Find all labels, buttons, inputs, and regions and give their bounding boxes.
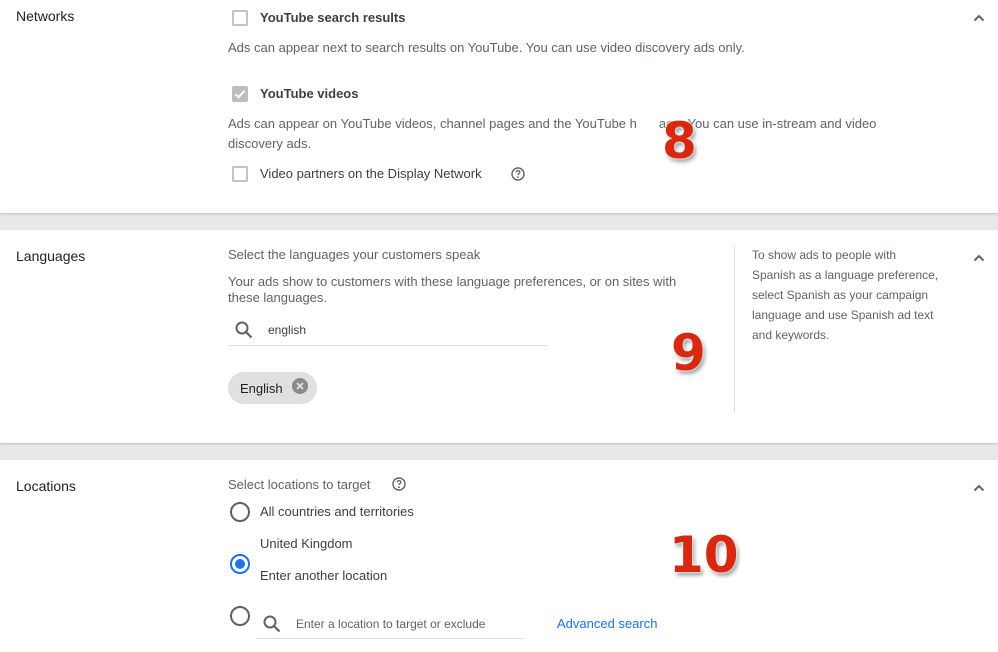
radio-all-countries-label: All countries and territories — [260, 504, 414, 519]
youtube-videos-description: Ads can appear on YouTube videos, channe… — [228, 114, 876, 134]
chevron-up-icon[interactable] — [971, 250, 987, 266]
search-icon — [234, 320, 254, 345]
language-search-input[interactable]: english — [268, 323, 306, 337]
youtube-videos-description-part1: Ads can appear on YouTube videos, channe… — [228, 116, 637, 131]
radio-another-location-label: Enter another location — [260, 568, 388, 583]
search-icon — [262, 614, 282, 639]
chevron-up-icon[interactable] — [971, 10, 987, 26]
youtube-search-checkbox[interactable] — [232, 10, 248, 26]
side-note-line: and keywords. — [752, 328, 830, 342]
language-chip-english: English — [228, 372, 317, 404]
video-partners-label: Video partners on the Display Network — [260, 166, 482, 181]
chip-label: English — [240, 380, 283, 396]
locations-panel: Locations Select locations to target All… — [0, 460, 998, 652]
languages-side-note: To show ads to people with Spanish as a … — [752, 245, 962, 345]
languages-panel: Languages Select the languages your cust… — [0, 230, 998, 443]
advanced-search-link[interactable]: Advanced search — [557, 616, 657, 631]
languages-description-line2: these languages. — [228, 290, 328, 305]
side-divider — [734, 246, 735, 412]
location-search-input[interactable]: Enter a location to target or exclude — [296, 617, 485, 631]
youtube-videos-label: YouTube videos — [260, 86, 359, 101]
youtube-search-description: Ads can appear next to search results on… — [228, 40, 745, 55]
languages-description-line1: Your ads show to customers with these la… — [228, 274, 677, 289]
cancel-icon[interactable] — [291, 377, 309, 400]
networks-title: Networks — [16, 8, 75, 24]
youtube-videos-description-line2: discovery ads. — [228, 136, 312, 151]
locations-title: Locations — [16, 478, 76, 494]
locations-prompt: Select locations to target — [228, 477, 371, 492]
step-number-9: 9 — [671, 324, 706, 382]
step-number-10: 10 — [669, 526, 739, 584]
radio-united-kingdom-label: United Kingdom — [260, 536, 353, 551]
networks-panel: Networks YouTube search results Ads can … — [0, 0, 998, 213]
location-search-underline — [256, 638, 525, 639]
youtube-videos-checkbox[interactable] — [232, 86, 248, 102]
help-icon[interactable] — [391, 476, 407, 492]
side-note-line: select Spanish as your campaign — [752, 288, 929, 302]
radio-another-location[interactable] — [230, 606, 250, 626]
video-partners-checkbox[interactable] — [232, 166, 248, 182]
languages-title: Languages — [16, 248, 86, 264]
radio-all-countries[interactable] — [230, 502, 250, 522]
side-note-line: language and use Spanish ad text — [752, 308, 934, 322]
radio-united-kingdom[interactable] — [230, 554, 250, 574]
help-icon[interactable] — [510, 166, 526, 182]
step-number-8: 8 — [662, 112, 697, 170]
youtube-search-label: YouTube search results — [260, 10, 406, 25]
language-search-underline — [228, 345, 548, 346]
chevron-up-icon[interactable] — [971, 480, 987, 496]
side-note-line: To show ads to people with — [752, 248, 897, 262]
languages-prompt: Select the languages your customers spea… — [228, 247, 481, 262]
side-note-line: Spanish as a language preference, — [752, 268, 939, 282]
